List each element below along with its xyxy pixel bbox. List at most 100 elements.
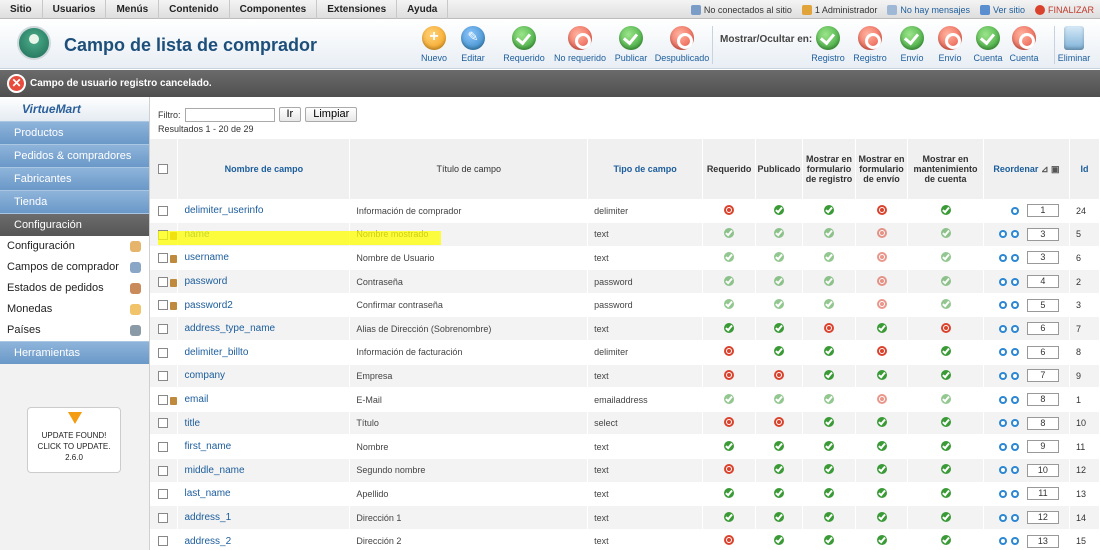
check-icon[interactable]: [940, 204, 951, 215]
status-cell[interactable]: [907, 199, 984, 224]
status-cell[interactable]: [702, 269, 757, 294]
cross-icon[interactable]: [876, 275, 887, 286]
toggle-button-1[interactable]: Registro: [848, 26, 892, 63]
move-down-icon[interactable]: [1010, 253, 1019, 262]
status-cell[interactable]: [702, 316, 757, 342]
sidebar-subitem-4[interactable]: Países: [0, 320, 149, 341]
check-icon[interactable]: [940, 369, 951, 380]
status-cell[interactable]: [907, 458, 984, 483]
check-icon[interactable]: [876, 511, 887, 522]
status-cell[interactable]: [907, 387, 984, 412]
menu-ayuda[interactable]: Ayuda: [397, 0, 449, 19]
status-cell[interactable]: [702, 505, 757, 530]
move-up-icon[interactable]: [998, 489, 1007, 498]
cross-icon[interactable]: [774, 369, 785, 380]
select-all-checkbox[interactable]: [158, 164, 168, 175]
view-site-link[interactable]: Ver sitio: [979, 4, 1025, 15]
status-cell[interactable]: [855, 293, 909, 318]
order-input[interactable]: 6: [1026, 322, 1059, 336]
check-icon[interactable]: [774, 299, 785, 310]
move-up-icon[interactable]: [998, 513, 1007, 522]
status-cell[interactable]: [702, 411, 757, 436]
status-cell[interactable]: [907, 411, 984, 436]
check-icon[interactable]: [940, 393, 951, 404]
status-cell[interactable]: [802, 482, 857, 507]
row-checkbox[interactable]: [158, 300, 168, 311]
check-icon[interactable]: [774, 322, 785, 333]
field-name-link[interactable]: username: [177, 246, 351, 271]
toggle-button-5[interactable]: Cuenta: [1002, 26, 1046, 63]
status-cell[interactable]: [802, 316, 857, 342]
move-down-icon[interactable]: [1010, 371, 1019, 380]
col-id[interactable]: Id: [1069, 139, 1100, 199]
check-icon[interactable]: [876, 535, 887, 546]
row-checkbox[interactable]: [158, 324, 168, 335]
check-icon[interactable]: [940, 251, 951, 262]
row-checkbox[interactable]: [158, 418, 168, 429]
row-checkbox[interactable]: [158, 394, 168, 405]
cross-icon[interactable]: [774, 417, 785, 428]
check-icon[interactable]: [824, 440, 835, 451]
check-icon[interactable]: [774, 346, 785, 357]
messages-link[interactable]: No hay mensajes: [887, 4, 970, 15]
move-up-icon[interactable]: [998, 395, 1007, 404]
filter-reset-button[interactable]: Limpiar: [305, 107, 358, 122]
move-down-icon[interactable]: [1010, 442, 1019, 451]
move-down-icon[interactable]: [1010, 348, 1019, 357]
cross-icon[interactable]: [724, 417, 735, 428]
cross-icon[interactable]: [940, 322, 951, 333]
order-input[interactable]: 11: [1026, 487, 1059, 501]
order-input[interactable]: 3: [1026, 227, 1059, 241]
status-cell[interactable]: [755, 458, 804, 483]
check-icon[interactable]: [876, 464, 887, 475]
check-icon[interactable]: [774, 440, 785, 451]
toolbar-button-5[interactable]: Despublicado: [654, 26, 710, 63]
field-name-link[interactable]: title: [177, 411, 351, 436]
status-cell[interactable]: [855, 364, 909, 389]
status-cell[interactable]: [802, 222, 857, 247]
status-cell[interactable]: [855, 246, 909, 271]
field-name-link[interactable]: password: [177, 269, 351, 294]
check-icon[interactable]: [724, 275, 735, 286]
check-icon[interactable]: [876, 417, 887, 428]
status-cell[interactable]: [907, 222, 984, 247]
status-cell[interactable]: [855, 387, 909, 412]
menu-contenido[interactable]: Contenido: [159, 0, 230, 19]
status-cell[interactable]: [855, 269, 909, 294]
check-icon[interactable]: [774, 464, 785, 475]
move-down-icon[interactable]: [1010, 301, 1019, 310]
field-name-link[interactable]: address_1: [177, 505, 351, 530]
status-cell[interactable]: [702, 482, 757, 507]
col-order[interactable]: Reordenar ⊿ ▣: [983, 139, 1070, 199]
status-cell[interactable]: [855, 199, 909, 224]
order-input[interactable]: 10: [1026, 463, 1059, 477]
logout-link[interactable]: FINALIZAR: [1034, 4, 1094, 15]
toolbar-button-1[interactable]: Editar: [448, 26, 498, 63]
move-up-icon[interactable]: [998, 537, 1007, 546]
status-cell[interactable]: [755, 364, 804, 389]
check-icon[interactable]: [724, 299, 735, 310]
status-cell[interactable]: [755, 222, 804, 247]
status-cell[interactable]: [855, 482, 909, 507]
col-name[interactable]: Nombre de campo: [177, 139, 351, 199]
check-icon[interactable]: [824, 464, 835, 475]
check-icon[interactable]: [724, 487, 735, 498]
row-checkbox[interactable]: [158, 229, 168, 240]
field-name-link[interactable]: middle_name: [177, 458, 351, 483]
check-icon[interactable]: [724, 440, 735, 451]
check-icon[interactable]: [774, 204, 785, 215]
check-icon[interactable]: [774, 228, 785, 239]
status-cell[interactable]: [755, 316, 804, 342]
status-cell[interactable]: [855, 340, 909, 365]
field-name-link[interactable]: delimiter_userinfo: [177, 199, 351, 224]
sidebar-item-herramientas[interactable]: Herramientas: [0, 341, 149, 364]
status-cell[interactable]: [702, 458, 757, 483]
status-cell[interactable]: [755, 482, 804, 507]
move-down-icon[interactable]: [1010, 277, 1019, 286]
status-cell[interactable]: [802, 434, 857, 460]
field-name-link[interactable]: company: [177, 364, 351, 389]
filter-input[interactable]: [184, 107, 275, 122]
check-icon[interactable]: [940, 346, 951, 357]
check-icon[interactable]: [824, 417, 835, 428]
check-icon[interactable]: [774, 511, 785, 522]
